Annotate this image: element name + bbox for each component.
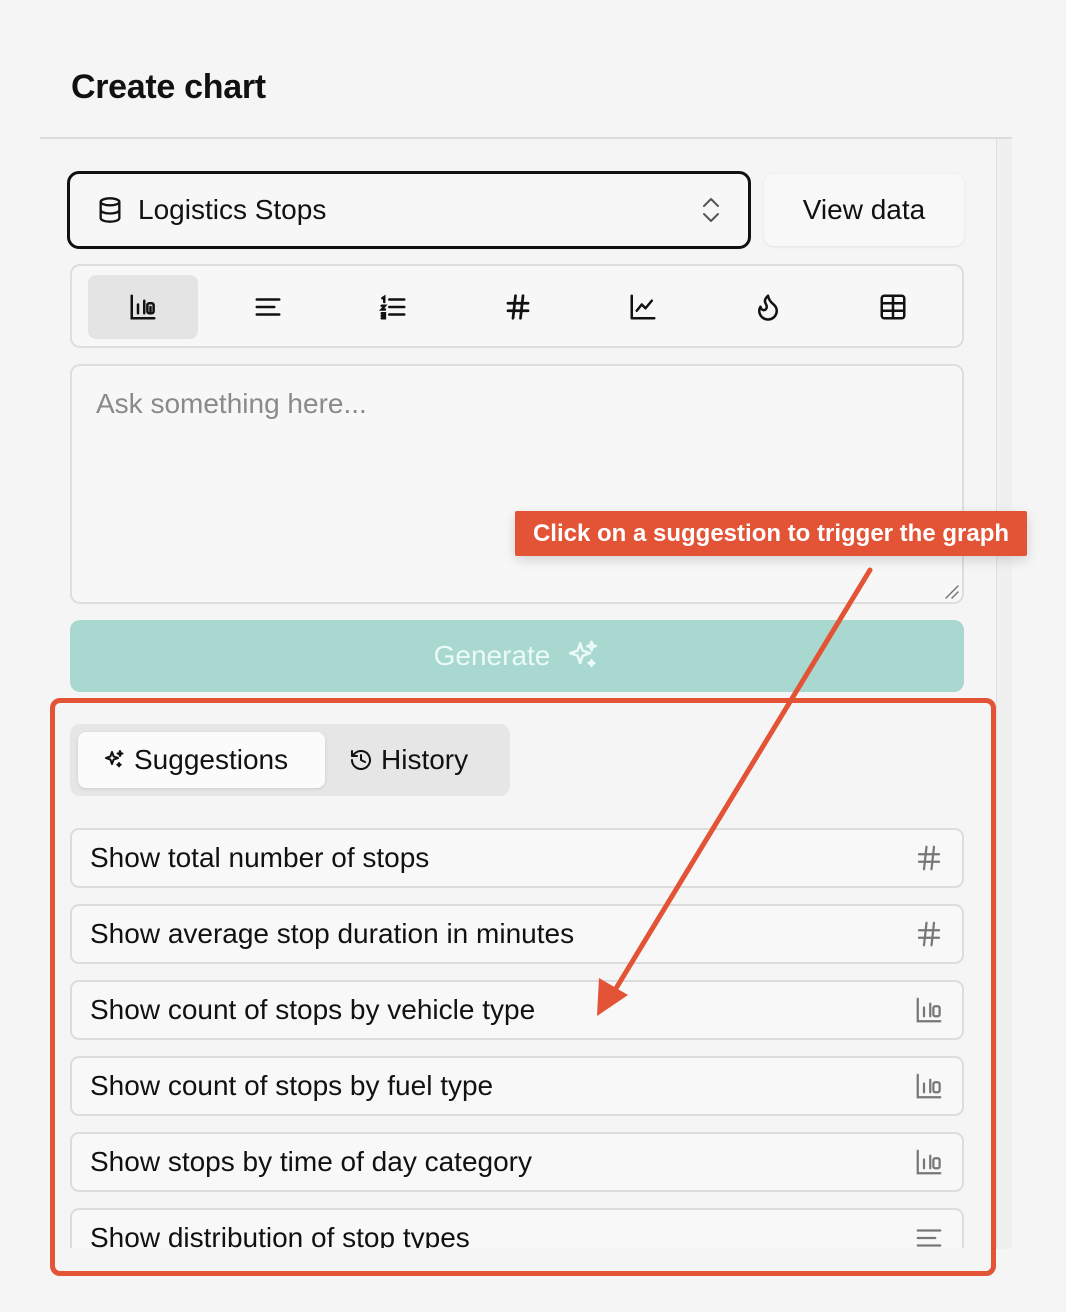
chart-type-selector xyxy=(70,264,964,348)
align-left-icon xyxy=(255,298,281,316)
bar-chart-icon xyxy=(914,1071,944,1101)
chart-type-number[interactable] xyxy=(463,275,573,339)
numbered-list-icon xyxy=(379,294,406,320)
prompt-input[interactable] xyxy=(70,364,964,604)
chart-type-table[interactable] xyxy=(838,275,948,339)
chart-type-heatmap[interactable] xyxy=(713,275,823,339)
suggestion-text: Show distribution of stop types xyxy=(90,1222,470,1248)
generate-label: Generate xyxy=(433,640,551,671)
flame-icon xyxy=(758,294,778,321)
results-tabs: Suggestions History xyxy=(70,724,510,796)
chart-type-list[interactable] xyxy=(338,275,448,339)
tab-history[interactable]: History xyxy=(333,732,503,788)
header-divider xyxy=(40,137,1012,139)
align-left-icon xyxy=(914,1223,944,1248)
page-title: Create chart xyxy=(71,68,266,106)
dataset-label: Logistics Stops xyxy=(138,194,327,225)
dataset-select[interactable]: Logistics Stops xyxy=(67,171,751,249)
table-icon xyxy=(880,294,906,320)
chart-type-text[interactable] xyxy=(213,275,323,339)
annotation-callout: Click on a suggestion to trigger the gra… xyxy=(515,511,1027,556)
suggestions-list[interactable]: Show total number of stops Show average … xyxy=(60,820,980,1248)
hash-icon xyxy=(506,294,530,320)
chart-type-line[interactable] xyxy=(588,275,698,339)
tab-label: Suggestions xyxy=(134,744,289,775)
sparkles-icon xyxy=(566,639,600,673)
suggestion-item[interactable]: Show distribution of stop types xyxy=(70,1208,964,1248)
resize-grip-icon[interactable] xyxy=(942,582,960,600)
generate-button[interactable]: Generate xyxy=(70,620,964,692)
tab-label: History xyxy=(381,744,469,775)
bar-chart-icon xyxy=(914,995,944,1025)
scrollbar[interactable] xyxy=(996,139,1012,1249)
hash-icon xyxy=(914,919,944,949)
tab-suggestions[interactable]: Suggestions xyxy=(78,732,325,788)
suggestion-item[interactable]: Show average stop duration in minutes xyxy=(70,904,964,964)
line-chart-icon xyxy=(630,294,656,320)
suggestion-item[interactable]: Show count of stops by fuel type xyxy=(70,1056,964,1116)
suggestion-text: Show count of stops by fuel type xyxy=(90,1070,494,1101)
suggestion-text: Show average stop duration in minutes xyxy=(90,918,575,949)
history-icon xyxy=(349,748,373,772)
suggestion-item[interactable]: Show count of stops by vehicle type xyxy=(70,980,964,1040)
suggestion-text: Show stops by time of day category xyxy=(90,1146,532,1177)
chart-type-bar[interactable] xyxy=(88,275,198,339)
database-icon xyxy=(96,195,124,225)
suggestion-item[interactable]: Show stops by time of day category xyxy=(70,1132,964,1192)
suggestion-item[interactable]: Show total number of stops xyxy=(70,828,964,888)
sparkles-icon xyxy=(102,748,126,772)
view-data-button[interactable]: View data xyxy=(764,174,964,246)
chevron-up-down-icon xyxy=(700,194,722,226)
bar-chart-icon xyxy=(914,1147,944,1177)
suggestion-text: Show total number of stops xyxy=(90,842,430,873)
suggestion-text: Show count of stops by vehicle type xyxy=(90,994,536,1025)
hash-icon xyxy=(914,843,944,873)
bar-chart-icon xyxy=(130,294,156,320)
